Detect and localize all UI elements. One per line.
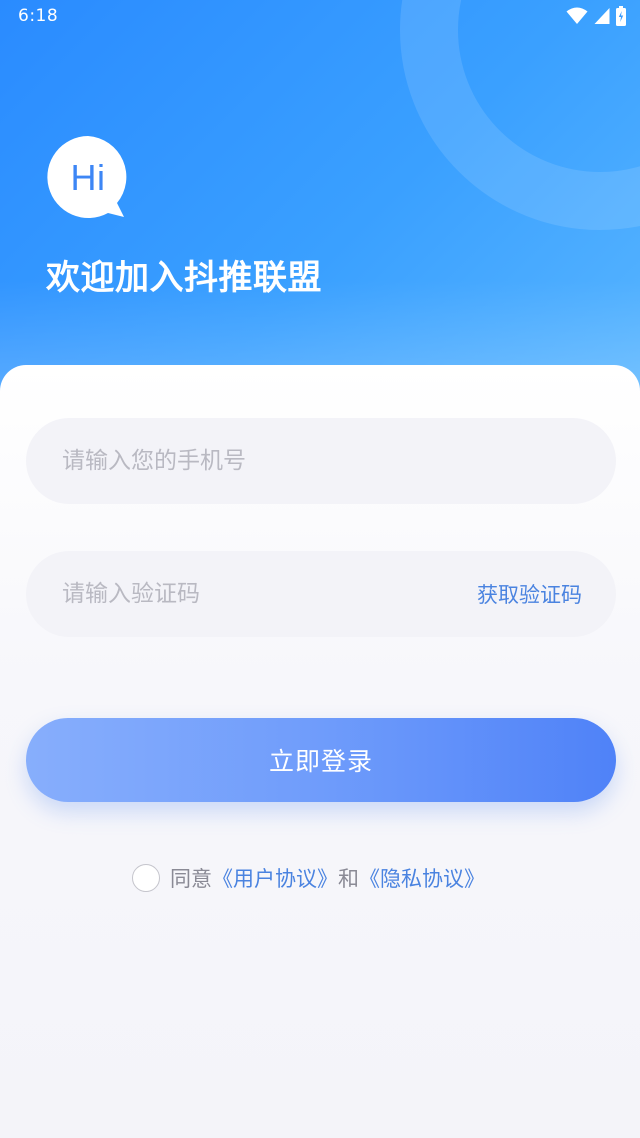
verification-code-input[interactable] [60,563,477,625]
phone-input[interactable] [60,430,582,492]
agree-prefix: 同意 [170,867,212,891]
agree-conjunction: 和 [338,867,359,891]
agreement-row: 同意 《用户协议》 和 《隐私协议》 [132,862,485,894]
status-time: 6:18 [18,6,59,26]
login-button[interactable]: 立即登录 [26,718,616,802]
agree-radio[interactable] [132,864,160,892]
code-field[interactable]: 获取验证码 [26,551,616,637]
welcome-title: 欢迎加入抖推联盟 [46,258,322,298]
user-agreement-link[interactable]: 《用户协议》 [212,863,338,893]
hi-badge-text: Hi [70,157,106,198]
decorative-ring [400,0,640,230]
get-code-button[interactable]: 获取验证码 [477,579,582,609]
hi-badge: Hi [46,136,130,220]
wifi-icon [566,7,588,25]
phone-field[interactable] [26,418,616,504]
status-icons [566,6,626,26]
battery-icon [616,6,626,26]
signal-icon [594,7,610,25]
privacy-agreement-link[interactable]: 《隐私协议》 [359,863,485,893]
status-bar: 6:18 [0,0,640,34]
